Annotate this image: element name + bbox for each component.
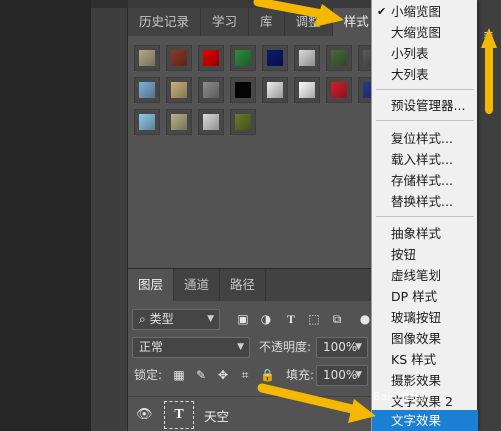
- chevron-down-icon: ▼: [355, 370, 362, 380]
- style-swatch[interactable]: [230, 77, 256, 103]
- style-swatch[interactable]: [230, 45, 256, 71]
- style-swatch[interactable]: [230, 109, 256, 135]
- menu-item-preset-manager[interactable]: 预设管理器...: [372, 95, 478, 116]
- lock-transparent-pixels-icon[interactable]: ▦: [172, 368, 186, 382]
- styles-panel: 历史记录 学习 库 调整 样式: [128, 0, 384, 268]
- blend-mode-value: 正常: [139, 340, 164, 354]
- style-swatch[interactable]: [262, 45, 288, 71]
- menu-item-text-effects[interactable]: 文字效果: [372, 410, 478, 431]
- menu-item-abstract-styles[interactable]: 抽象样式: [372, 223, 478, 244]
- menu-item-dotted-strokes[interactable]: 虚线笔划: [372, 265, 478, 286]
- tool-strip: [91, 0, 128, 431]
- image-filter-icon[interactable]: ▣: [236, 312, 250, 326]
- menu-item-image-effects[interactable]: 图像效果: [372, 328, 478, 349]
- tab-channels[interactable]: 通道: [174, 269, 221, 301]
- layers-panel: 图层 通道 路径 ⌕ 类型 ▼ ▣ ◑ T ⬚ ⧉ ● 正常 ▼ 不透明度: 1…: [128, 268, 373, 431]
- menu-item-reset-styles[interactable]: 复位样式...: [372, 128, 478, 149]
- search-icon: ⌕: [139, 312, 146, 326]
- style-swatch[interactable]: [134, 77, 160, 103]
- menu-item-large-list[interactable]: 大列表: [372, 64, 478, 85]
- style-swatch[interactable]: [326, 45, 352, 71]
- style-swatch[interactable]: [294, 45, 320, 71]
- layers-panel-tabs: 图层 通道 路径: [128, 269, 373, 301]
- shape-filter-icon[interactable]: ⬚: [307, 312, 321, 326]
- lock-row: 锁定: ▦ ✎ ✥ ⌗ 🔒 填充: 100% ▼: [128, 365, 373, 387]
- tab-history[interactable]: 历史记录: [128, 8, 202, 36]
- layer-filter-select[interactable]: ⌕ 类型 ▼: [132, 309, 220, 330]
- chevron-down-icon: ▼: [355, 342, 362, 352]
- layer-filter-value: 类型: [149, 312, 174, 326]
- lock-position-icon[interactable]: ✥: [216, 368, 230, 382]
- menu-separator: [376, 216, 474, 217]
- menu-item-small-list[interactable]: 小列表: [372, 43, 478, 64]
- eye-icon[interactable]: 👁: [136, 407, 153, 422]
- chevron-down-icon: ▼: [237, 342, 244, 352]
- layer-row[interactable]: 👁 T 天空: [128, 396, 373, 431]
- style-swatch[interactable]: [198, 109, 224, 135]
- menu-item-glass-buttons[interactable]: 玻璃按钮: [372, 307, 478, 328]
- panel-menu-icon[interactable]: ≡: [483, 28, 494, 43]
- watermark: Baidu经验: [373, 390, 427, 403]
- style-swatch[interactable]: [326, 77, 352, 103]
- lock-image-pixels-icon[interactable]: ✎: [194, 368, 208, 382]
- fill-value: 100%: [323, 368, 358, 382]
- layer-name[interactable]: 天空: [204, 406, 229, 425]
- lock-label: 锁定:: [134, 368, 163, 382]
- style-swatch[interactable]: [134, 45, 160, 71]
- style-swatch[interactable]: [166, 109, 192, 135]
- text-filter-icon[interactable]: T: [284, 312, 298, 326]
- blend-mode-select[interactable]: 正常 ▼: [132, 337, 250, 358]
- fill-field[interactable]: 100% ▼: [316, 365, 368, 386]
- menu-separator: [376, 120, 474, 121]
- style-swatch[interactable]: [198, 45, 224, 71]
- tab-paths[interactable]: 路径: [220, 269, 267, 301]
- checkmark-icon: ✔: [377, 5, 387, 18]
- menu-item-large-thumbnail[interactable]: 大缩览图: [372, 22, 478, 43]
- styles-panel-tabs: 历史记录 学习 库 调整 样式: [128, 8, 381, 36]
- menu-item-buttons[interactable]: 按钮: [372, 244, 478, 265]
- text-layer-thumbnail: T: [164, 401, 194, 429]
- tab-libraries[interactable]: 库: [249, 8, 285, 36]
- style-swatch[interactable]: [294, 77, 320, 103]
- opacity-value: 100%: [323, 340, 358, 354]
- opacity-field[interactable]: 100% ▼: [316, 337, 368, 358]
- canvas-background: [0, 0, 91, 431]
- layer-filter-row: ⌕ 类型 ▼ ▣ ◑ T ⬚ ⧉ ●: [128, 309, 373, 331]
- lock-all-icon[interactable]: 🔒: [260, 368, 275, 382]
- style-swatch[interactable]: [262, 77, 288, 103]
- style-swatch[interactable]: [198, 77, 224, 103]
- styles-flyout-menu: ✔ 小缩览图 大缩览图 小列表 大列表 预设管理器... 复位样式... 载入样式…: [371, 0, 478, 431]
- menu-item-replace-styles[interactable]: 替换样式...: [372, 191, 478, 212]
- style-swatch[interactable]: [166, 77, 192, 103]
- menu-item-ks-styles[interactable]: KS 样式: [372, 349, 478, 370]
- menu-separator: [376, 89, 474, 90]
- tab-adjustments[interactable]: 调整: [285, 8, 333, 36]
- style-swatch[interactable]: [166, 45, 192, 71]
- style-swatch[interactable]: [134, 109, 160, 135]
- adjustment-filter-icon[interactable]: ◑: [259, 312, 273, 326]
- chevron-down-icon: ▼: [207, 314, 214, 324]
- opacity-label: 不透明度:: [259, 340, 312, 354]
- fill-label: 填充:: [286, 368, 315, 382]
- menu-item-dp-styles[interactable]: DP 样式: [372, 286, 478, 307]
- tab-learn[interactable]: 学习: [201, 8, 250, 36]
- panel-top-bar: [128, 0, 373, 8]
- menu-item-save-styles[interactable]: 存储样式...: [372, 170, 478, 191]
- menu-item-small-thumbnail[interactable]: ✔ 小缩览图: [372, 1, 478, 22]
- smart-object-filter-icon[interactable]: ⧉: [330, 312, 344, 326]
- lock-artboard-icon[interactable]: ⌗: [238, 368, 252, 382]
- filter-toggle-icon[interactable]: ●: [358, 312, 372, 326]
- tab-layers[interactable]: 图层: [128, 269, 175, 301]
- blend-row: 正常 ▼ 不透明度: 100% ▼: [128, 337, 373, 359]
- menu-item-load-styles[interactable]: 载入样式...: [372, 149, 478, 170]
